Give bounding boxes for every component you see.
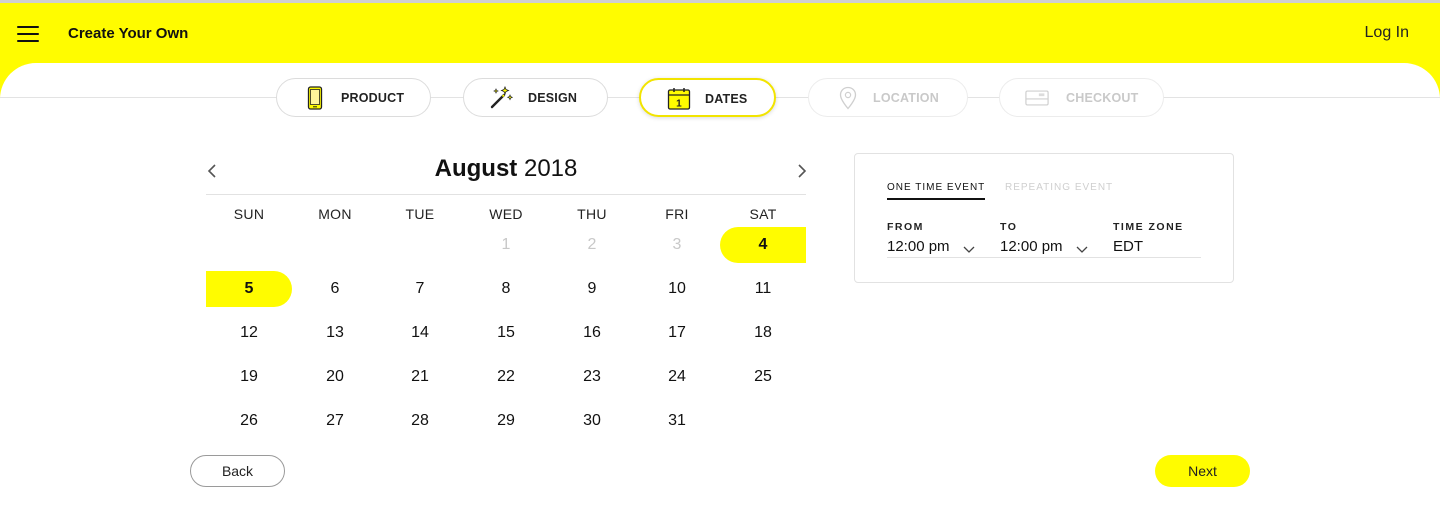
login-link[interactable]: Log In (1365, 24, 1409, 42)
month-name: August (434, 155, 518, 182)
month-year: 2018 (523, 155, 578, 182)
app-title: Create Your Own (68, 25, 189, 42)
calendar-day[interactable]: 25 (720, 359, 806, 395)
calendar-day[interactable]: 28 (377, 403, 463, 439)
from-label: FROM (887, 221, 924, 233)
calendar-day[interactable]: 20 (292, 359, 378, 395)
calendar-day[interactable]: 27 (292, 403, 378, 439)
timezone-field[interactable]: EDT (1113, 238, 1143, 255)
chevron-right-icon[interactable] (794, 161, 810, 181)
weekday-label: SUN (233, 206, 265, 222)
timezone-label: TIME ZONE (1113, 221, 1184, 233)
calendar-day[interactable]: 9 (549, 271, 635, 307)
step-dates[interactable]: 1 DATES (639, 78, 776, 117)
calendar-day[interactable]: 31 (634, 403, 720, 439)
calendar-day[interactable]: 26 (206, 403, 292, 439)
card-icon (1025, 86, 1049, 110)
app-header: Create Your Own Log In (0, 3, 1440, 65)
calendar-icon: 1 (667, 87, 691, 111)
location-pin-icon (836, 86, 860, 110)
step-checkout[interactable]: CHECKOUT (999, 78, 1164, 117)
step-product[interactable]: PRODUCT (276, 78, 431, 117)
weekday-label: TUE (405, 206, 435, 222)
month-title: August 2018 (206, 155, 806, 183)
magic-wand-icon (489, 86, 513, 110)
back-button[interactable]: Back (190, 455, 285, 487)
step-design[interactable]: DESIGN (463, 78, 608, 117)
calendar-day-selected[interactable]: 5 (206, 271, 292, 307)
field-underline (887, 257, 1201, 258)
calendar-day[interactable]: 17 (634, 315, 720, 351)
calendar-day-selected[interactable]: 4 (720, 227, 806, 263)
calendar-day: 3 (672, 236, 682, 253)
calendar-day[interactable]: 12 (206, 315, 292, 351)
calendar-day[interactable]: 21 (377, 359, 463, 395)
calendar-day[interactable]: 18 (720, 315, 806, 351)
step-label: LOCATION (873, 91, 939, 105)
calendar-day[interactable]: 19 (206, 359, 292, 395)
calendar-divider (206, 194, 806, 195)
calendar-day[interactable]: 24 (634, 359, 720, 395)
tab-one-time-event[interactable]: ONE TIME EVENT (887, 182, 986, 200)
calendar-day[interactable]: 14 (377, 315, 463, 351)
chevron-down-icon[interactable] (1076, 241, 1088, 253)
step-label: PRODUCT (341, 91, 405, 105)
tab-repeating-event[interactable]: REPEATING EVENT (1005, 182, 1113, 193)
weekday-label: THU (577, 206, 607, 222)
calendar-day: 1 (501, 236, 511, 253)
calendar-day[interactable]: 16 (549, 315, 635, 351)
chevron-down-icon[interactable] (963, 241, 975, 253)
step-label: DESIGN (528, 91, 578, 105)
calendar-day[interactable]: 15 (463, 315, 549, 351)
step-label: DATES (705, 92, 748, 106)
calendar-day: 2 (587, 236, 597, 253)
step-location[interactable]: LOCATION (808, 78, 968, 117)
to-time-select[interactable]: 12:00 pm (1000, 238, 1063, 255)
weekday-label: WED (489, 206, 523, 222)
calendar-day[interactable]: 6 (292, 271, 378, 307)
calendar-day[interactable]: 22 (463, 359, 549, 395)
phone-icon (303, 86, 327, 110)
calendar-day[interactable]: 13 (292, 315, 378, 351)
calendar-day[interactable]: 23 (549, 359, 635, 395)
calendar-day[interactable]: 7 (377, 271, 463, 307)
calendar-day[interactable]: 30 (549, 403, 635, 439)
svg-text:1: 1 (676, 99, 682, 110)
event-time-panel: ONE TIME EVENT REPEATING EVENT FROM 12:0… (854, 153, 1234, 283)
to-label: TO (1000, 221, 1018, 233)
main-card: PRODUCT DESIGN 1 DATES LOCATION CHECKOUT… (0, 63, 1440, 510)
calendar-day[interactable]: 11 (720, 271, 806, 307)
calendar-day[interactable]: 10 (634, 271, 720, 307)
weekday-label: SAT (749, 206, 777, 222)
weekday-label: MON (318, 206, 352, 222)
step-label: CHECKOUT (1066, 91, 1139, 105)
weekday-label: FRI (665, 206, 689, 222)
hamburger-menu-icon[interactable] (17, 26, 39, 42)
calendar-day[interactable]: 8 (463, 271, 549, 307)
next-button[interactable]: Next (1155, 455, 1250, 487)
from-time-select[interactable]: 12:00 pm (887, 238, 950, 255)
calendar-day[interactable]: 29 (463, 403, 549, 439)
